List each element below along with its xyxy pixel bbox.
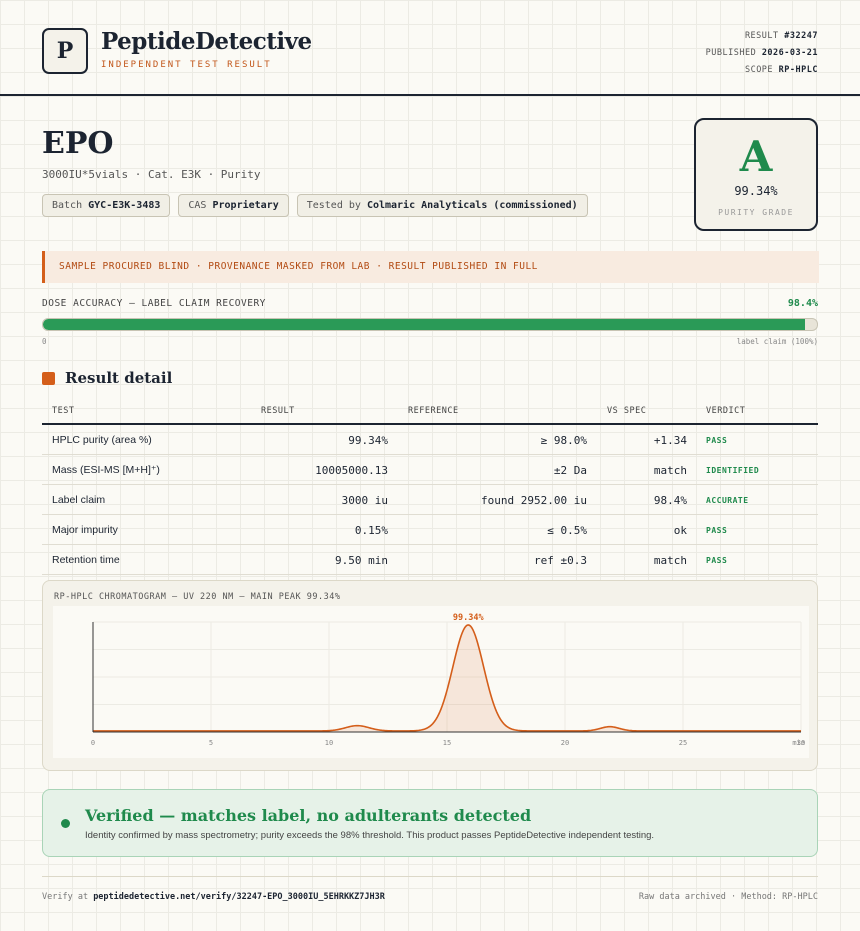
peak-label: 99.34% xyxy=(453,613,485,623)
cell-result: 10005000.13 xyxy=(315,464,388,477)
cell-verdict: PASS xyxy=(706,436,728,445)
blind-sample-notice: SAMPLE PROCURED BLIND · PROVENANCE MASKE… xyxy=(42,251,819,283)
published-date: 2026-03-21 xyxy=(761,48,818,58)
col-verdict: VERDICT xyxy=(706,406,746,416)
footer-verify: Verify at peptidedetective.net/verify/32… xyxy=(42,892,385,902)
x-unit-label: min xyxy=(792,739,805,747)
cell-verdict: ACCURATE xyxy=(706,496,749,505)
cell-verdict: PASS xyxy=(706,556,728,565)
table-header: TEST RESULT REFERENCE VS SPEC VERDICT xyxy=(42,398,818,425)
verified-banner: Verified — matches label, no adulterants… xyxy=(42,789,818,857)
brand-name: PeptideDetective xyxy=(101,28,312,55)
x-tick-label: 10 xyxy=(325,739,333,747)
dose-accuracy-label: DOSE ACCURACY — LABEL CLAIM RECOVERY xyxy=(42,298,266,309)
scope-value: RP-HPLC xyxy=(778,65,818,75)
result-meta: RESULT #32247 PUBLISHED 2026-03-21 SCOPE… xyxy=(706,28,818,79)
cell-vs-spec: match xyxy=(653,464,687,477)
dose-accuracy-bar-fill xyxy=(43,319,805,330)
brand-subtitle: INDEPENDENT TEST RESULT xyxy=(101,60,272,70)
cell-test: Retention time xyxy=(52,554,120,566)
dose-accuracy-value: 98.4% xyxy=(787,298,818,309)
cell-reference: found 2952.00 iu xyxy=(481,494,587,507)
header: P PeptideDetective INDEPENDENT TEST RESU… xyxy=(0,0,860,96)
table-row: Mass (ESI-MS [M+H]⁺) 10005000.13 ±2 Da matc… xyxy=(42,455,818,485)
cell-reference: ±2 Da xyxy=(553,464,587,477)
grade-value: 99.34% xyxy=(734,184,778,198)
x-tick-label: 15 xyxy=(443,739,451,747)
verified-dot-icon xyxy=(61,819,70,828)
cell-vs-spec: 98.4% xyxy=(653,494,687,507)
x-tick-label: 5 xyxy=(209,739,213,747)
x-tick-label: 0 xyxy=(91,739,95,747)
bar-min-label: 0 xyxy=(42,337,47,346)
col-result: RESULT xyxy=(261,406,295,416)
footer-divider xyxy=(42,876,818,877)
scope-label: SCOPE xyxy=(744,65,774,75)
logo: P xyxy=(42,28,88,74)
cell-test: Label claim xyxy=(52,494,106,506)
cell-result: 99.34% xyxy=(348,434,388,447)
product-pills: Batch GYC-E3K-3483 CAS Proprietary Teste… xyxy=(42,194,588,217)
footer-archive-note: Raw data archived · Method: RP-HPLC xyxy=(638,892,818,902)
product-name: EPO xyxy=(42,126,114,161)
cell-reference: ≥ 98.0% xyxy=(540,434,587,447)
purity-grade-card: A 99.34% PURITY GRADE xyxy=(694,118,818,231)
chromatogram-panel: RP-HPLC CHROMATOGRAM — UV 220 NM — MAIN … xyxy=(42,580,818,771)
cas-value: Proprietary xyxy=(212,200,279,211)
batch-value: GYC-E3K-3483 xyxy=(88,200,161,211)
col-test: TEST xyxy=(52,406,75,416)
table-row: Label claim 3000 iu found 2952.00 iu 98.4% A… xyxy=(42,485,818,515)
result-label: RESULT xyxy=(744,31,779,41)
chart-background xyxy=(53,606,809,758)
chromatogram-title: RP-HPLC CHROMATOGRAM — UV 220 NM — MAIN … xyxy=(54,592,341,602)
published-label: PUBLISHED xyxy=(705,48,757,58)
col-vs-spec: VS SPEC xyxy=(607,406,647,416)
cell-test: HPLC purity (area %) xyxy=(52,434,152,446)
cell-test: Major impurity xyxy=(52,524,118,536)
chromatogram-chart: 0 5 10 15 20 25 30min99.34% xyxy=(53,606,809,758)
product-subline: 3000IU*5vials · Cat. E3K · Purity xyxy=(42,168,261,181)
batch-pill: Batch GYC-E3K-3483 xyxy=(42,194,171,217)
verified-text: Identity confirmed by mass spectrometry;… xyxy=(85,830,655,841)
table-row: Major impurity 0.15% ≤ 0.5% ok PASS xyxy=(42,515,818,545)
cell-vs-spec: +1.34 xyxy=(653,434,687,447)
cell-result: 9.50 min xyxy=(335,554,388,567)
table-row: HPLC purity (area %) 99.34% ≥ 98.0% +1.34 PA… xyxy=(42,425,818,455)
section-title: Result detail xyxy=(65,369,173,387)
bar-max-label: label claim (100%) xyxy=(736,337,818,346)
verified-title: Verified — matches label, no adulterants… xyxy=(85,806,532,825)
cas-pill: CAS Proprietary xyxy=(178,194,289,217)
tested-by-pill: Tested by Colmaric Analyticals (commissi… xyxy=(296,194,588,217)
cell-test: Mass (ESI-MS [M+H]⁺) xyxy=(52,464,160,476)
cell-reference: ref ±0.3 xyxy=(534,554,587,567)
cell-vs-spec: ok xyxy=(673,524,687,537)
x-tick-label: 25 xyxy=(679,739,687,747)
verify-link[interactable]: peptidedetective.net/verify/32247-EPO_30… xyxy=(93,892,385,902)
cell-result: 0.15% xyxy=(354,524,388,537)
dose-accuracy-bar xyxy=(42,318,818,331)
result-detail-heading: Result detail xyxy=(42,369,172,387)
cell-verdict: IDENTIFIED xyxy=(706,466,760,475)
cell-vs-spec: match xyxy=(653,554,687,567)
cell-verdict: PASS xyxy=(706,526,728,535)
section-marker-icon xyxy=(42,371,55,385)
table-row: Retention time 9.50 min ref ±0.3 match PASS xyxy=(42,545,818,575)
cell-reference: ≤ 0.5% xyxy=(547,524,587,537)
result-table: TEST RESULT REFERENCE VS SPEC VERDICT HP… xyxy=(42,398,818,575)
grade-label: PURITY GRADE xyxy=(718,208,794,217)
grade-letter: A xyxy=(739,132,773,181)
x-tick-label: 20 xyxy=(561,739,569,747)
result-number: #32247 xyxy=(784,31,818,41)
verify-prefix: Verify at xyxy=(42,892,89,902)
table-body: HPLC purity (area %) 99.34% ≥ 98.0% +1.34 PA… xyxy=(42,425,818,575)
col-reference: REFERENCE xyxy=(408,406,459,416)
tested-by-value: Colmaric Analyticals (commissioned) xyxy=(366,200,578,211)
cell-result: 3000 iu xyxy=(341,494,388,507)
